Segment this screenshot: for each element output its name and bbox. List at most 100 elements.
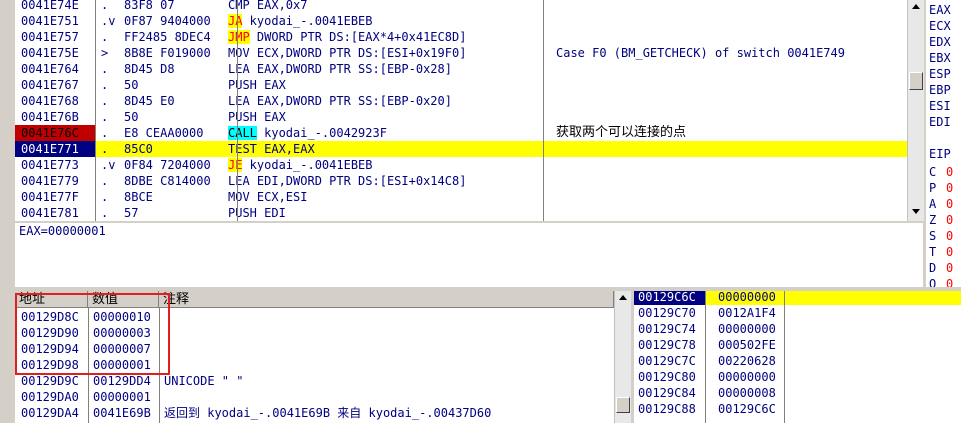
disasm-address[interactable]: 0041E773 [15,157,95,173]
registers-pane[interactable]: EAX ECX EDX EBX ESP EBP ESI EDI EIP C 0 P 0 A 0 Z 0 S 0 T 0 D… [926,0,961,287]
stack-value[interactable]: 00220628 [718,353,784,369]
stack-row[interactable]: 00129C6C 00000000 [634,291,961,305]
disasm-row[interactable]: 0041E771. 85C0 TEST EAX,EAX [15,141,907,157]
disasm-instruction[interactable]: PUSH EAX [228,77,541,93]
stack-row[interactable]: 00129C78 000502FE [634,337,961,353]
disasm-row[interactable]: 0041E764. 8D45 D8 LEA EAX,DWORD PTR SS:[EB… [15,61,907,77]
disasm-row[interactable]: 0041E773 .v 0F84 7204000 JE kyodai_-.0041EB… [15,157,907,173]
dump-row[interactable]: 00129DA0 00000001 [15,389,614,405]
stack-row[interactable]: 00129C7C 00220628 [634,353,961,369]
stack-pane[interactable]: 00129C6C 00000000 00129C70 0012A1F4 00129C74… [634,291,961,423]
stack-address[interactable]: 00129C78 [634,337,705,353]
disasm-row[interactable]: 0041E751 .v 0F87 9404000 JA kyodai_-.0041EB… [15,13,907,29]
stack-address[interactable]: 00129C6C [634,291,705,305]
disassembly-scrollbar[interactable] [907,0,924,221]
disasm-address[interactable]: 0041E779 [15,173,95,189]
disasm-address[interactable]: 0041E77F [15,189,95,205]
disasm-instruction[interactable]: LEA EAX,DWORD PTR SS:[EBP-0x28] [228,61,541,77]
dump-value[interactable]: 00129DD4 [93,373,159,389]
disasm-row[interactable]: 0041E77F. 8BCE MOV ECX,ESI [15,189,907,205]
disasm-row[interactable]: 0041E781. 57 PUSH EDI [15,205,907,221]
stack-address[interactable]: 00129C7C [634,353,705,369]
stack-address[interactable]: 00129C74 [634,321,705,337]
column-header-comment[interactable]: 注释 [159,291,614,308]
dump-scrollbar[interactable] [614,291,631,423]
stack-address[interactable]: 00129C80 [634,369,705,385]
disasm-address[interactable]: 0041E74E [15,0,95,13]
register-name[interactable]: EAX [929,2,951,18]
disasm-row[interactable]: 0041E76C. E8 CEAA0000 CALL kyodai_-.004292… [15,125,907,141]
stack-row[interactable]: 00129C80 00000000 [634,369,961,385]
stack-value[interactable]: 00000000 [718,369,784,385]
stack-value[interactable]: 00000000 [718,321,784,337]
register-name[interactable]: EBP [929,82,951,98]
scroll-thumb[interactable] [909,72,923,90]
disasm-instruction[interactable]: LEA EDI,DWORD PTR DS:[ESI+0x14C8] [228,173,541,189]
disasm-instruction[interactable]: MOV ECX,ESI [228,189,541,205]
disasm-address[interactable]: 0041E76B [15,109,95,125]
disasm-row[interactable]: 0041E767. 50 PUSH EAX [15,77,907,93]
register-name[interactable]: ESI [929,98,951,114]
disasm-address[interactable]: 0041E757 [15,29,95,45]
stack-value[interactable]: 0012A1F4 [718,305,784,321]
stack-value[interactable]: 00129C6C [718,401,784,417]
scroll-up-icon[interactable] [619,295,627,300]
dump-pane[interactable]: 地址 数值 注释 00129D8C 00000010 00129D90 0000000… [15,291,614,423]
disasm-instruction[interactable]: LEA EAX,DWORD PTR SS:[EBP-0x20] [228,93,541,109]
flag-value[interactable]: 0 [946,244,953,260]
flag-value[interactable]: 0 [946,180,953,196]
disasm-instruction[interactable]: PUSH EDI [228,205,541,221]
disasm-row[interactable]: 0041E768. 8D45 E0 LEA EAX,DWORD PTR SS:[EB… [15,93,907,109]
disasm-address[interactable]: 0041E767 [15,77,95,93]
register-name[interactable]: EIP [929,146,951,162]
flag-value[interactable]: 0 [946,228,953,244]
flag-value[interactable]: 0 [946,196,953,212]
disasm-address[interactable]: 0041E771 [15,141,95,157]
disasm-instruction[interactable]: CMP EAX,0x7 [228,0,541,13]
register-name[interactable]: ESP [929,66,951,82]
stack-row[interactable]: 00129C74 00000000 [634,321,961,337]
dump-value[interactable]: 0041E69B [93,405,159,421]
stack-value[interactable]: 000502FE [718,337,784,353]
flag-value[interactable]: 0 [946,260,953,276]
scroll-up-icon[interactable] [912,4,920,9]
dump-address[interactable]: 00129D9C [21,373,87,389]
disasm-row[interactable]: 0041E779. 8DBE C814000 LEA EDI,DWORD PTR D… [15,173,907,189]
flag-value[interactable]: 0 [946,164,953,180]
disasm-row[interactable]: 0041E74E. 83F8 07 CMP EAX,0x7 [15,0,907,13]
flag-value[interactable]: 0 [946,212,953,228]
disasm-row[interactable]: 0041E75E >8B8E F019000 MOV ECX,DWORD PTR D… [15,45,907,61]
disasm-address[interactable]: 0041E764 [15,61,95,77]
disasm-address[interactable]: 0041E751 [15,13,95,29]
stack-value[interactable]: 00000008 [718,385,784,401]
stack-value[interactable]: 00000000 [718,291,784,305]
disasm-instruction[interactable]: TEST EAX,EAX [228,141,541,157]
register-name[interactable]: EDX [929,34,951,50]
dump-row[interactable]: 00129D9C 00129DD4 UNICODE " " [15,373,614,389]
dump-row[interactable]: 00129DA4 0041E69B 返回到 kyodai_-.0041E69B 来自… [15,405,614,421]
disasm-instruction[interactable]: PUSH EAX [228,109,541,125]
disasm-address[interactable]: 0041E75E [15,45,95,61]
stack-row[interactable]: 00129C70 0012A1F4 [634,305,961,321]
scroll-thumb[interactable] [616,397,630,413]
dump-address[interactable]: 00129DA0 [21,389,87,405]
register-name[interactable]: EDI [929,114,951,130]
scroll-down-icon[interactable] [912,209,920,214]
disassembly-pane[interactable]: 0041E74E. 83F8 07 CMP EAX,0x7 0041E751 .v 0F8… [15,0,907,221]
disasm-row[interactable]: 0041E757. FF2485 8DEC4 JMP DWORD PTR DS:[E… [15,29,907,45]
disasm-instruction[interactable]: JE kyodai_-.0041EBEB [228,157,541,173]
disasm-instruction[interactable]: CALL kyodai_-.0042923F [228,125,541,141]
stack-row[interactable]: 00129C84 00000008 [634,385,961,401]
disasm-address[interactable]: 0041E76C [15,125,95,141]
register-name[interactable]: ECX [929,18,951,34]
flag-value[interactable]: 0 [946,276,953,287]
disasm-row[interactable]: 0041E76B. 50 PUSH EAX [15,109,907,125]
stack-row[interactable]: 00129C88 00129C6C [634,401,961,417]
disasm-address[interactable]: 0041E781 [15,205,95,221]
stack-address[interactable]: 00129C84 [634,385,705,401]
disasm-instruction[interactable]: JMP DWORD PTR DS:[EAX*4+0x41EC8D] [228,29,541,45]
dump-value[interactable]: 00000001 [93,389,159,405]
stack-address[interactable]: 00129C88 [634,401,705,417]
dump-address[interactable]: 00129DA4 [21,405,87,421]
disasm-instruction[interactable]: MOV ECX,DWORD PTR DS:[ESI+0x19F0] [228,45,541,61]
